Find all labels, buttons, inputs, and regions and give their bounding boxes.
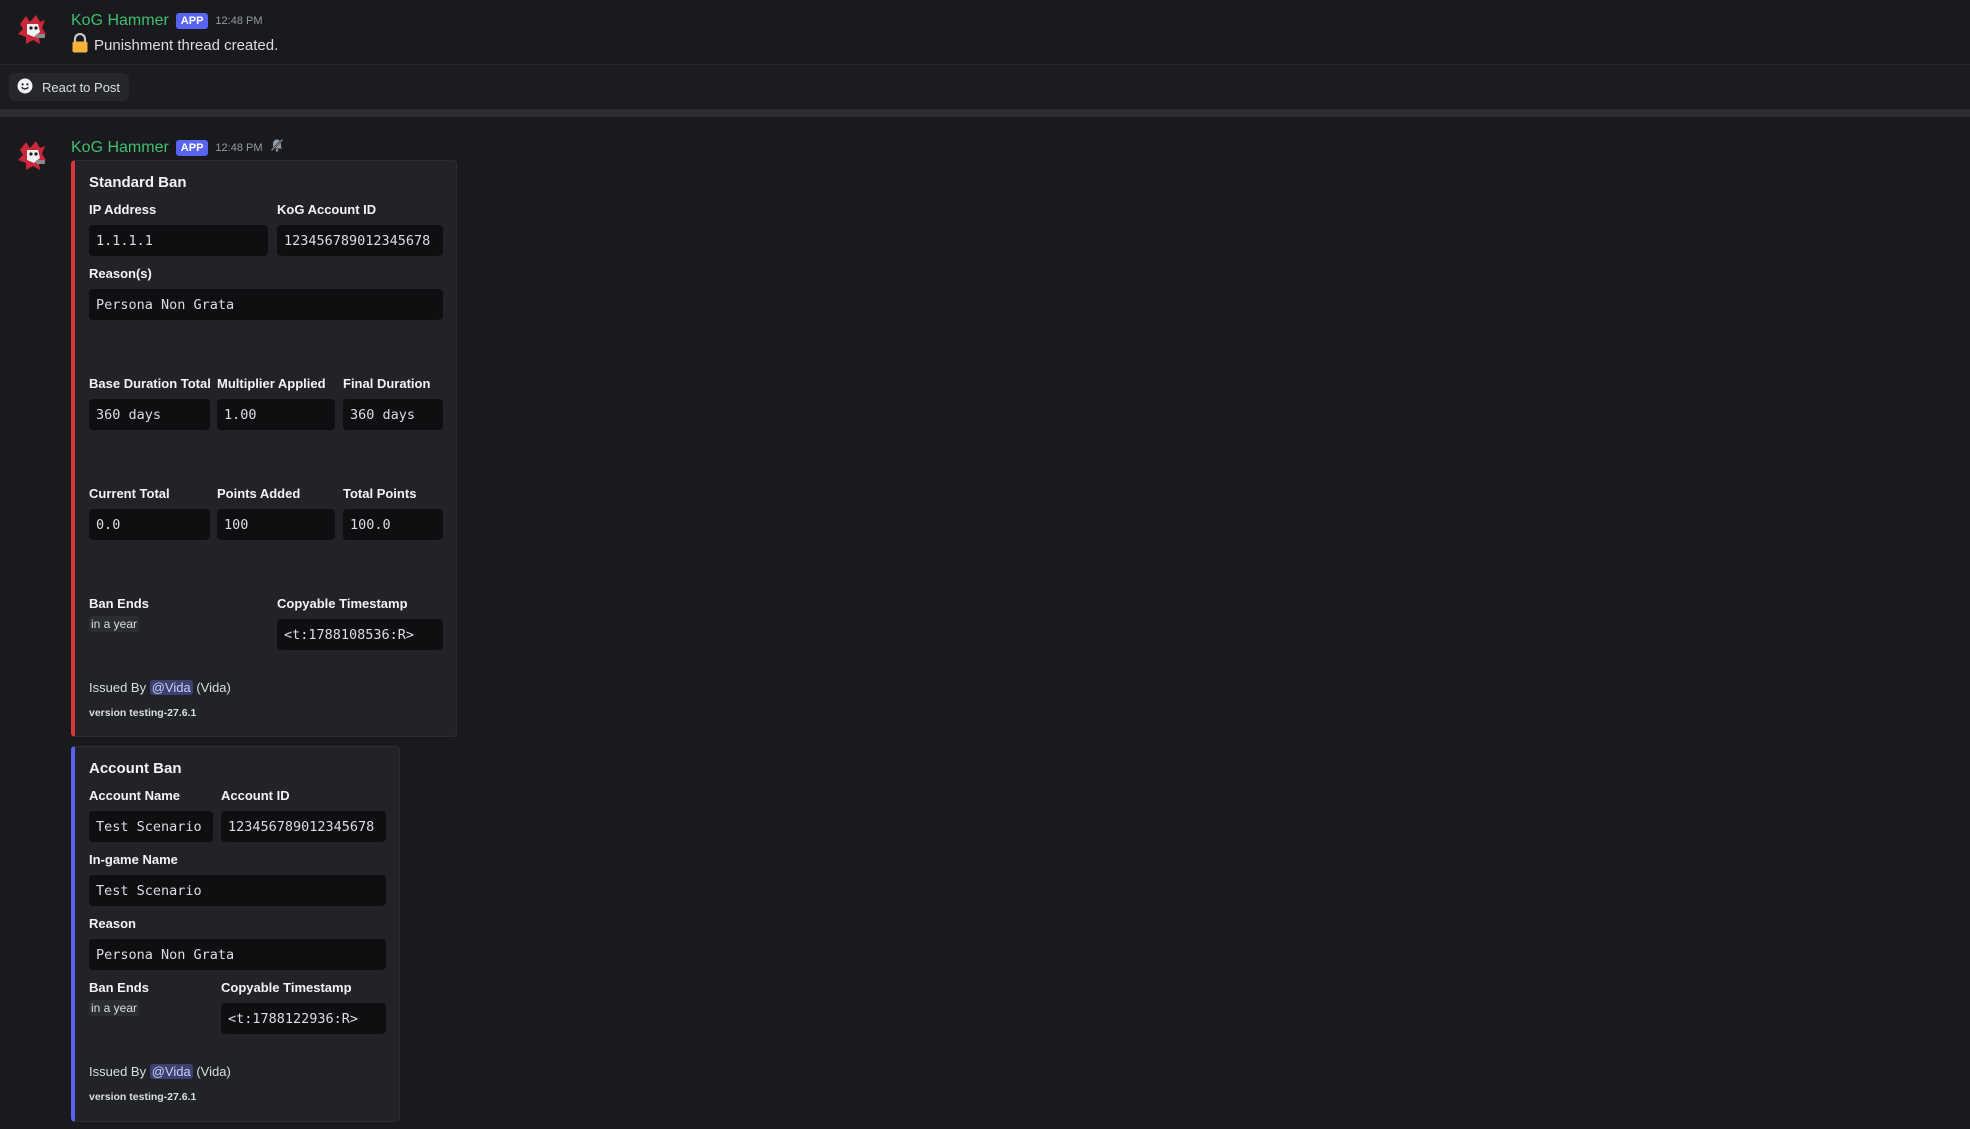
smile-icon xyxy=(17,78,33,97)
account-id-value[interactable]: 123456789012345678 xyxy=(221,811,386,842)
copyable-timestamp-value[interactable]: <t:1788108536:R> xyxy=(277,619,443,650)
app-badge: APP xyxy=(175,13,209,29)
bell-off-icon xyxy=(270,138,284,157)
issued-by: Issued By @Vida (Vida) xyxy=(89,680,231,695)
ban-ends-label: Ban Ends xyxy=(89,596,149,611)
react-label: React to Post xyxy=(42,79,121,95)
account-ban-embed: Account Ban Account Name Test Scenario A… xyxy=(71,746,400,1122)
author-name[interactable]: KoG Hammer xyxy=(71,139,169,157)
author-name[interactable]: KoG Hammer xyxy=(71,12,169,30)
reasons-value[interactable]: Persona Non Grata xyxy=(89,289,443,320)
message-timestamp[interactable]: 12:48 PM xyxy=(215,142,262,154)
issued-by-prefix: Issued By xyxy=(89,680,147,695)
account-name-label: Account Name xyxy=(89,788,181,803)
copyable-timestamp-label: Copyable Timestamp xyxy=(221,980,352,995)
standard-ban-embed: Standard Ban IP Address 1.1.1.1 KoG Acco… xyxy=(71,160,457,737)
kog-account-id-value[interactable]: 123456789012345678 xyxy=(277,225,443,256)
copyable-timestamp-label: Copyable Timestamp xyxy=(277,596,408,611)
thread-divider xyxy=(0,109,1970,117)
embed-footer: version testing-27.6.1 xyxy=(89,1091,197,1103)
kog-account-id-label: KoG Account ID xyxy=(277,202,377,217)
lock-icon xyxy=(71,32,89,57)
react-to-post-button[interactable]: React to Post xyxy=(9,73,130,101)
ip-address-label: IP Address xyxy=(89,202,157,217)
total-points-value[interactable]: 100.0 xyxy=(343,509,443,540)
base-duration-label: Base Duration Total xyxy=(89,376,211,391)
multiplier-value[interactable]: 1.00 xyxy=(217,399,335,430)
embed-title: Account Ban xyxy=(89,760,182,777)
embed-footer: version testing-27.6.1 xyxy=(89,707,197,719)
ingame-name-label: In-game Name xyxy=(89,852,178,867)
final-duration-value[interactable]: 360 days xyxy=(343,399,443,430)
multiplier-label: Multiplier Applied xyxy=(217,376,326,391)
base-duration-value[interactable]: 360 days xyxy=(89,399,210,430)
reasons-label: Reason(s) xyxy=(89,266,152,281)
bot-avatar[interactable] xyxy=(12,10,52,50)
issued-by-suffix: (Vida) xyxy=(196,680,231,695)
issued-by-prefix: Issued By xyxy=(89,1064,147,1079)
bot-avatar[interactable] xyxy=(12,136,52,176)
reason-label: Reason xyxy=(89,916,136,931)
ban-ends-value[interactable]: in a year xyxy=(89,1000,140,1016)
embed-title: Standard Ban xyxy=(89,174,187,191)
user-mention[interactable]: @Vida xyxy=(149,1064,193,1079)
ban-ends-value[interactable]: in a year xyxy=(89,616,140,632)
total-points-label: Total Points xyxy=(343,486,417,501)
copyable-timestamp-value[interactable]: <t:1788122936:R> xyxy=(221,1003,386,1034)
app-badge: APP xyxy=(175,139,209,156)
issued-by: Issued By @Vida (Vida) xyxy=(89,1064,231,1079)
message-text: Punishment thread created. xyxy=(94,36,279,54)
user-mention[interactable]: @Vida xyxy=(149,680,193,695)
reaction-bar: React to Post xyxy=(0,64,1970,108)
points-added-value[interactable]: 100 xyxy=(217,509,335,540)
ban-ends-label: Ban Ends xyxy=(89,980,149,995)
ingame-name-value[interactable]: Test Scenario xyxy=(89,875,386,906)
reason-value[interactable]: Persona Non Grata xyxy=(89,939,386,970)
ip-address-value[interactable]: 1.1.1.1 xyxy=(89,225,268,256)
points-added-label: Points Added xyxy=(217,486,301,501)
current-total-label: Current Total xyxy=(89,486,170,501)
account-name-value[interactable]: Test Scenario xyxy=(89,811,213,842)
account-id-label: Account ID xyxy=(221,788,290,803)
issued-by-suffix: (Vida) xyxy=(196,1064,231,1079)
final-duration-label: Final Duration xyxy=(343,376,431,391)
current-total-value[interactable]: 0.0 xyxy=(89,509,210,540)
message-timestamp[interactable]: 12:48 PM xyxy=(215,15,262,27)
